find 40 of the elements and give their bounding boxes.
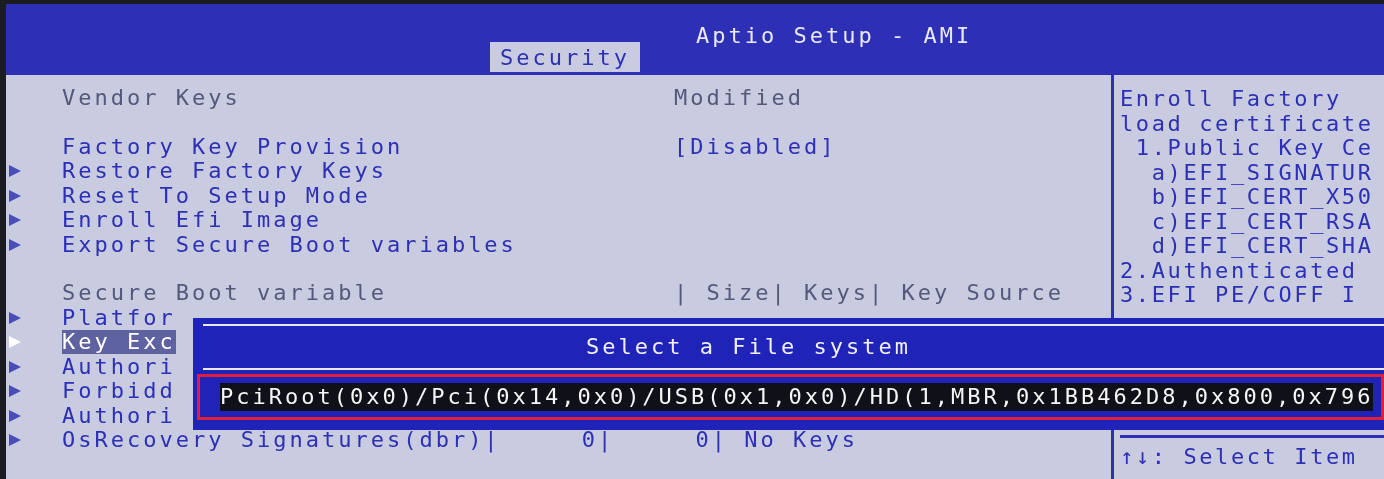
menu-item[interactable]: Enroll Efi Image <box>62 208 322 233</box>
triangle-icon <box>8 188 22 203</box>
help-text: load certificate <box>1120 111 1374 136</box>
setting-value: [Disabled] <box>674 134 837 159</box>
setting-value: Modified <box>674 86 804 111</box>
help-text: 3.EFI PE/COFF I <box>1120 283 1358 308</box>
menu-item[interactable]: Key Exc <box>62 330 176 355</box>
help-text: b)EFI_CERT_X50 <box>1150 185 1374 210</box>
menu-item[interactable]: Authori <box>62 354 176 379</box>
key-hint: ↑↓: Select Item <box>1120 444 1358 469</box>
triangle-icon <box>8 433 22 448</box>
menu-item[interactable]: Restore Factory Keys <box>62 159 387 184</box>
help-text: 1.Public Key Ce <box>1134 136 1374 161</box>
setting-label: Secure Boot variable <box>62 281 387 306</box>
help-text: d)EFI_CERT_SHA <box>1150 234 1374 259</box>
window-title: Aptio Setup - AMI <box>696 24 973 48</box>
setting-label[interactable]: Factory Key Provision <box>62 134 404 159</box>
menu-item[interactable]: Platfor <box>62 305 176 330</box>
triangle-icon <box>8 335 22 350</box>
tab[interactable]: Security <box>490 42 640 72</box>
help-text: 2.Authenticated <box>1120 258 1358 283</box>
file-system-option[interactable]: PciRoot(0x0)/Pci(0x14,0x0)/USB(0x1,0x0)/HD(1,MBR,0x1BB462D8,0x800,0x796 <box>220 383 1374 411</box>
triangle-icon <box>8 164 22 179</box>
triangle-icon <box>8 213 22 228</box>
triangle-icon <box>8 384 22 399</box>
setting-value: | Size| Keys| Key Source <box>674 281 1064 306</box>
menu-item[interactable]: Forbidd <box>62 379 176 404</box>
triangle-icon <box>8 359 22 374</box>
triangle-icon <box>8 408 22 423</box>
setting-label: Vendor Keys <box>62 86 241 111</box>
triangle-icon <box>8 237 22 252</box>
help-text: a)EFI_SIGNATUR <box>1150 160 1374 185</box>
menu-item[interactable]: Authori <box>62 403 176 428</box>
menu-item[interactable]: Export Secure Boot variables <box>62 232 517 257</box>
help-text: Enroll Factory <box>1120 87 1342 112</box>
menu-item[interactable]: Reset To Setup Mode <box>62 183 371 208</box>
help-text: c)EFI_CERT_RSA <box>1150 209 1374 234</box>
triangle-icon <box>8 310 22 325</box>
dialog-title: Select a File system <box>586 335 911 359</box>
menu-item[interactable]: OsRecovery Signatures(dbr)| 0| 0| No Keys <box>62 428 858 453</box>
